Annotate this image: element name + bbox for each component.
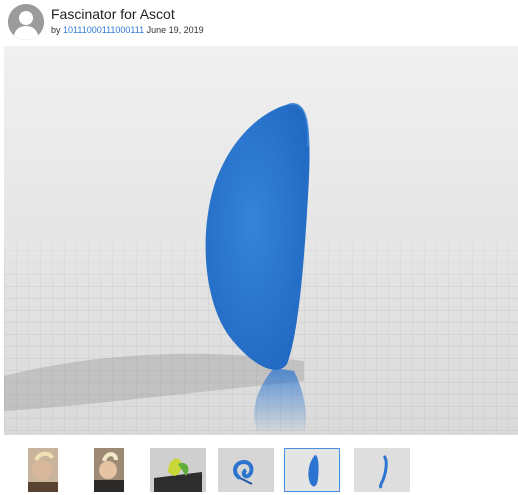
default-user-icon (8, 4, 44, 40)
by-label: by (51, 25, 61, 35)
page-title: Fascinator for Ascot (51, 6, 175, 22)
model-render-image (4, 46, 518, 435)
author-link[interactable]: 10111000111000111 (63, 25, 144, 35)
thing-header: Fascinator for Ascot by 1011100011100011… (0, 0, 518, 46)
model-viewer[interactable] (4, 46, 518, 435)
thumbnail-3[interactable] (150, 448, 206, 492)
publish-date: June 19, 2019 (146, 25, 204, 35)
thumbnail-2[interactable] (90, 448, 146, 492)
thumbnail-1[interactable] (22, 448, 78, 492)
byline: by 10111000111000111 June 19, 2019 (51, 25, 204, 35)
thumbnail-6[interactable] (354, 448, 410, 492)
thumbnail-4[interactable] (218, 448, 274, 492)
thumbnail-strip (0, 446, 518, 495)
avatar[interactable] (8, 4, 44, 40)
thumbnail-5-selected[interactable] (284, 448, 340, 492)
